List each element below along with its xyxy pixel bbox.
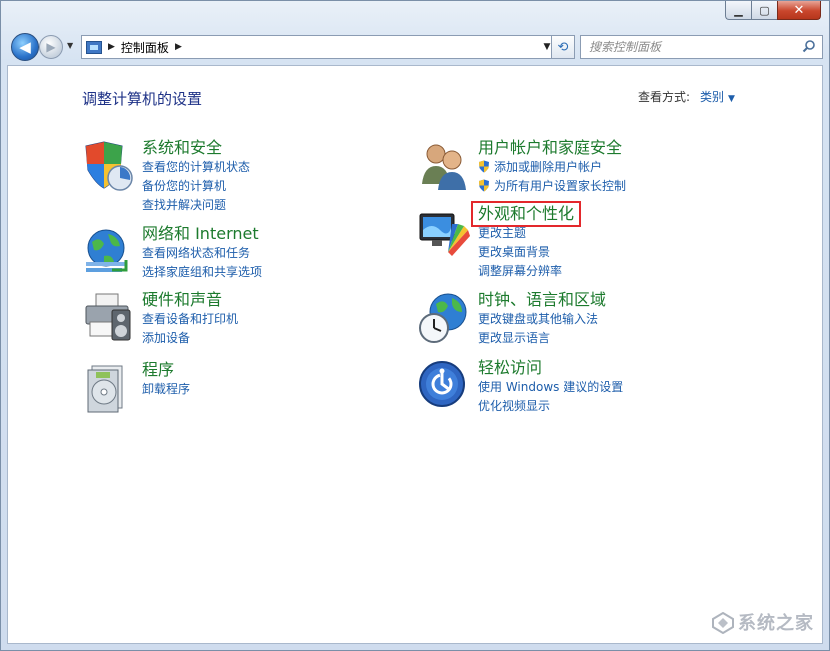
link-view-computer-status[interactable]: 查看您的计算机状态	[142, 158, 250, 177]
back-arrow-icon: ◀	[19, 38, 31, 56]
page-title: 调整计算机的设置	[82, 90, 203, 108]
view-by-label: 查看方式:	[638, 90, 691, 104]
link-change-theme[interactable]: 更改主题	[478, 224, 578, 243]
link-troubleshoot[interactable]: 查找并解决问题	[142, 196, 250, 215]
search-icon[interactable]	[802, 39, 816, 53]
refresh-icon: ⟲	[557, 39, 569, 55]
link-change-keyboard-input[interactable]: 更改键盘或其他输入法	[478, 310, 606, 329]
category-title-clock-region[interactable]: 时钟、语言和区域	[478, 290, 606, 310]
link-uninstall-program[interactable]: 卸载程序	[142, 380, 190, 399]
link-label: 为所有用户设置家长控制	[494, 179, 627, 193]
forward-arrow-icon: ▶	[46, 40, 56, 54]
programs-icon	[87, 365, 123, 413]
chevron-down-icon: ▼	[728, 94, 735, 104]
category-title-appearance[interactable]: 外观和个性化	[470, 201, 582, 227]
category-body: 外观和个性化 更改主题 更改桌面背景 调整屏幕分辨率	[470, 201, 582, 281]
maximize-icon: ▢	[759, 3, 770, 17]
system-security-icon	[85, 141, 133, 191]
hardware-sound-icon	[85, 293, 131, 341]
control-panel-icon	[86, 40, 102, 54]
minimize-button[interactable]: ▁	[725, 1, 751, 20]
forward-button[interactable]: ▶	[39, 35, 63, 59]
link-homegroup-sharing[interactable]: 选择家庭组和共享选项	[142, 263, 262, 282]
link-label: 添加或删除用户帐户	[494, 160, 603, 174]
content-pane: 调整计算机的设置 查看方式: 类别 ▼ 系统和安全 查看您的计算机状态 备份您的计…	[7, 65, 823, 644]
link-optimize-visual-display[interactable]: 优化视频显示	[478, 397, 623, 416]
link-adjust-resolution[interactable]: 调整屏幕分辨率	[478, 262, 578, 281]
category-title-hardware-sound[interactable]: 硬件和声音	[142, 290, 238, 310]
link-parental-controls[interactable]: 为所有用户设置家长控制	[478, 177, 626, 196]
watermark-text: 系统之家	[738, 613, 814, 634]
user-accounts-icon	[422, 144, 466, 190]
view-by-dropdown[interactable]: 类别 ▼	[700, 88, 735, 105]
link-network-status[interactable]: 查看网络状态和任务	[142, 244, 262, 263]
network-internet-icon	[86, 229, 128, 272]
appearance-icon	[419, 213, 470, 256]
view-by-value: 类别	[700, 90, 725, 104]
ease-of-access-icon	[419, 361, 465, 407]
navigation-bar: ◀ ▶ ▼ ▶ 控制面板 ▶ ▼ ⟲	[9, 31, 823, 63]
minimize-icon: ▁	[734, 3, 743, 17]
close-icon: ✕	[793, 2, 805, 18]
category-title-user-accounts[interactable]: 用户帐户和家庭安全	[478, 138, 626, 158]
category-body: 程序 卸载程序	[142, 360, 190, 399]
link-windows-suggested-settings[interactable]: 使用 Windows 建议的设置	[478, 378, 623, 397]
category-title-system-security[interactable]: 系统和安全	[142, 138, 250, 158]
close-button[interactable]: ✕	[777, 1, 821, 20]
breadcrumb-separator-icon[interactable]: ▶	[175, 42, 182, 52]
link-change-desktop-background[interactable]: 更改桌面背景	[478, 243, 578, 262]
category-body: 轻松访问 使用 Windows 建议的设置 优化视频显示	[478, 358, 623, 416]
caption-buttons: ▁ ▢ ✕	[725, 1, 821, 20]
back-button[interactable]: ◀	[11, 33, 39, 61]
uac-shield-icon	[479, 160, 489, 173]
chevron-down-icon: ▼	[67, 41, 74, 50]
recent-pages-button[interactable]: ▼	[67, 41, 73, 50]
clock-region-icon	[419, 293, 467, 343]
address-bar[interactable]: ▶ 控制面板 ▶ ▼	[81, 35, 557, 59]
category-title-ease-of-access[interactable]: 轻松访问	[478, 358, 623, 378]
chevron-down-icon: ▼	[543, 42, 551, 52]
breadcrumb-separator-icon[interactable]: ▶	[108, 42, 115, 52]
link-backup-computer[interactable]: 备份您的计算机	[142, 177, 250, 196]
search-input[interactable]	[587, 36, 801, 58]
category-title-network-internet[interactable]: 网络和 Internet	[142, 224, 262, 244]
category-body: 网络和 Internet 查看网络状态和任务 选择家庭组和共享选项	[142, 224, 262, 282]
link-change-display-language[interactable]: 更改显示语言	[478, 329, 606, 348]
category-body: 系统和安全 查看您的计算机状态 备份您的计算机 查找并解决问题	[142, 138, 250, 215]
uac-shield-icon	[479, 179, 489, 192]
maximize-button[interactable]: ▢	[751, 1, 777, 20]
search-box	[580, 35, 823, 59]
link-devices-printers[interactable]: 查看设备和打印机	[142, 310, 238, 329]
category-body: 时钟、语言和区域 更改键盘或其他输入法 更改显示语言	[478, 290, 606, 348]
watermark-logo-icon	[712, 612, 734, 634]
refresh-button[interactable]: ⟲	[551, 35, 575, 59]
link-add-remove-accounts[interactable]: 添加或删除用户帐户	[478, 158, 626, 177]
breadcrumb-control-panel[interactable]: 控制面板	[121, 39, 169, 56]
link-add-device[interactable]: 添加设备	[142, 329, 238, 348]
control-panel-window: ▁ ▢ ✕ ◀ ▶ ▼ ▶ 控制面板 ▶ ▼ ⟲ 调整计算机的设置 查看方式: …	[0, 0, 830, 651]
category-body: 硬件和声音 查看设备和打印机 添加设备	[142, 290, 238, 348]
category-title-programs[interactable]: 程序	[142, 360, 190, 380]
category-body: 用户帐户和家庭安全 添加或删除用户帐户 为所有用户设置家长控制	[478, 138, 626, 196]
watermark: 系统之家	[712, 609, 814, 635]
